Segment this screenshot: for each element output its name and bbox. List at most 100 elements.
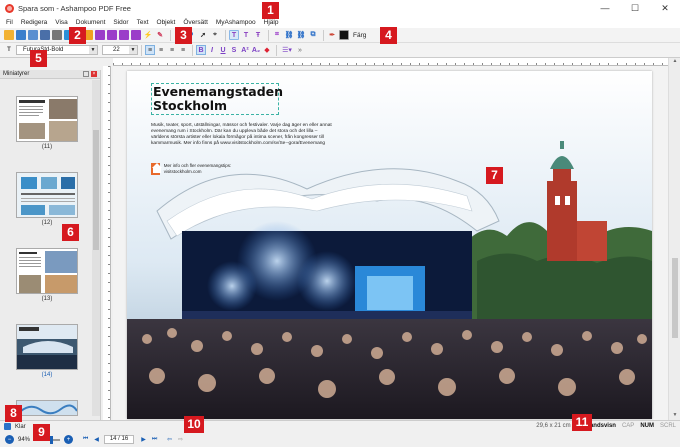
- rotate-page-icon[interactable]: [119, 30, 129, 40]
- pen-color-icon[interactable]: ✒: [327, 30, 337, 40]
- caps-lock-indicator: CAP: [621, 423, 635, 429]
- menu-myashampoo[interactable]: MyAshampoo: [216, 19, 256, 26]
- menu-pages[interactable]: Sidor: [113, 19, 128, 26]
- page-body-text[interactable]: Musik, teater, sport, utställningar, mäs…: [151, 123, 336, 147]
- align-left-icon[interactable]: ≡: [145, 45, 155, 55]
- thumbnail-graphic: [19, 251, 77, 293]
- callout-badge-1: 1: [262, 2, 279, 19]
- home-icon: [151, 163, 162, 175]
- callout-badge-7: 7: [486, 167, 503, 184]
- magic-wand-icon[interactable]: ⚡: [143, 30, 153, 40]
- last-page-icon[interactable]: ⏭: [150, 435, 159, 444]
- main-toolbar: ⚡ ✎ ✋ ⚲ ➚ ⌖ T T Ŧ ⌗ ⛓ ⛓ ⧉ ✒ Färg: [0, 28, 680, 43]
- zoom-level[interactable]: 94%: [18, 437, 30, 443]
- email-icon[interactable]: [52, 30, 62, 40]
- window-controls: — ☐ ✕: [590, 0, 680, 16]
- text-flow-icon[interactable]: Ŧ: [253, 30, 263, 40]
- color-swatch-icon[interactable]: [339, 30, 349, 40]
- horizontal-ruler: [113, 58, 668, 66]
- toolbar-divider: [170, 29, 171, 41]
- page-size: 29,6 x 21 cm: [536, 423, 571, 429]
- thumbnail-label: (13): [41, 296, 53, 302]
- text-tool-icon[interactable]: T: [229, 30, 239, 40]
- menu-translate[interactable]: Översätt: [183, 19, 208, 26]
- thumbnail-page-13[interactable]: (13): [16, 248, 78, 302]
- align-center-icon[interactable]: ≡: [156, 45, 166, 55]
- thumbnail-scrollbar-thumb[interactable]: [93, 130, 99, 250]
- underline-icon[interactable]: U: [218, 45, 228, 55]
- chevron-down-icon: ▼: [89, 46, 97, 54]
- color-label[interactable]: Färg: [353, 32, 366, 39]
- callout-badge-2: 2: [69, 27, 86, 44]
- more-options-icon[interactable]: »: [295, 45, 305, 55]
- maximize-button[interactable]: ☐: [620, 0, 650, 16]
- italic-icon[interactable]: I: [207, 45, 217, 55]
- scroll-up-icon[interactable]: ▲: [669, 58, 680, 66]
- font-family-select[interactable]: FuturaStd-Bold ▼: [16, 45, 98, 55]
- info-link[interactable]: Mer info och fler evenemangstips: visits…: [151, 163, 241, 175]
- menu-file[interactable]: Fil: [6, 19, 13, 26]
- previous-page-icon[interactable]: ◀: [92, 435, 101, 444]
- menu-document[interactable]: Dokument: [76, 19, 106, 26]
- transform-icon[interactable]: ⧉: [308, 30, 318, 40]
- align-justify-icon[interactable]: ≡: [178, 45, 188, 55]
- thumbnail-image: [16, 400, 78, 416]
- superscript-icon[interactable]: A²: [240, 45, 250, 55]
- extract-page-icon[interactable]: [131, 30, 141, 40]
- open-folder-icon[interactable]: [4, 30, 14, 40]
- thumbnail-panel-title: Miniatyrer: [3, 71, 30, 77]
- thumbnail-image: [16, 96, 78, 142]
- menu-text[interactable]: Text: [137, 19, 149, 26]
- thumbnail-graphic: [19, 99, 77, 141]
- menu-edit[interactable]: Redigera: [21, 19, 47, 26]
- measure-icon[interactable]: ⌖: [210, 30, 220, 40]
- thumbnail-image: [16, 248, 78, 294]
- strikethrough-icon[interactable]: S: [229, 45, 239, 55]
- thumbnail-page-12[interactable]: (12): [16, 172, 78, 226]
- thumbnail-page-11[interactable]: (11): [16, 96, 78, 150]
- align-right-icon[interactable]: ≡: [167, 45, 177, 55]
- subscript-icon[interactable]: A₂: [251, 45, 261, 55]
- font-size-value: 22: [113, 47, 120, 53]
- bold-icon[interactable]: B: [196, 45, 206, 55]
- save-as-icon[interactable]: [28, 30, 38, 40]
- crop-icon[interactable]: ⌗: [272, 30, 282, 40]
- document-scrollbar[interactable]: ▲ ▼: [668, 58, 680, 420]
- back-icon[interactable]: ⇦: [165, 435, 174, 444]
- unlink-icon[interactable]: ⛓: [296, 30, 306, 40]
- menu-help[interactable]: Hjälp: [264, 19, 279, 26]
- document-scrollbar-thumb[interactable]: [672, 258, 678, 338]
- status-text: Klar: [15, 423, 26, 430]
- delete-page-icon[interactable]: [107, 30, 117, 40]
- link-icon[interactable]: ⛓: [284, 30, 294, 40]
- next-page-icon[interactable]: ▶: [139, 435, 148, 444]
- eraser-icon[interactable]: ◆: [262, 45, 272, 55]
- panel-pin-icon[interactable]: [83, 71, 89, 77]
- status-indicators: 29,6 x 21 cm Förhandsvisn CAP NUM SCRL: [530, 423, 676, 429]
- first-page-icon[interactable]: ⏮: [81, 435, 90, 444]
- thumbnail-list: (11) (12) (13) (14): [0, 80, 92, 416]
- close-button[interactable]: ✕: [650, 0, 680, 16]
- page-headline[interactable]: Evenemangstaden Stockholm: [151, 83, 283, 115]
- forward-icon[interactable]: ⇨: [176, 435, 185, 444]
- vertical-ruler: [103, 66, 111, 420]
- thumbnail-page-15[interactable]: [16, 400, 78, 416]
- zoom-out-icon[interactable]: −: [5, 435, 14, 444]
- font-size-select[interactable]: 22 ▼: [102, 45, 138, 55]
- line-spacing-icon[interactable]: ☰▾: [280, 45, 294, 55]
- panel-close-icon[interactable]: ×: [91, 71, 97, 77]
- thumbnail-scrollbar[interactable]: [92, 80, 100, 416]
- menu-object[interactable]: Objekt: [157, 19, 176, 26]
- menu-view[interactable]: Visa: [55, 19, 68, 26]
- pin-icon[interactable]: ✎: [155, 30, 165, 40]
- insert-page-icon[interactable]: [95, 30, 105, 40]
- save-icon[interactable]: [16, 30, 26, 40]
- minimize-button[interactable]: —: [590, 0, 620, 16]
- text-add-icon[interactable]: T: [241, 30, 251, 40]
- zoom-in-icon[interactable]: +: [64, 435, 74, 444]
- select-arrow-icon[interactable]: ➚: [198, 30, 208, 40]
- page-number-field[interactable]: 14 / 16: [104, 435, 135, 444]
- thumbnail-page-14[interactable]: (14): [16, 324, 78, 378]
- scroll-down-icon[interactable]: ▼: [669, 412, 680, 420]
- print-icon[interactable]: [40, 30, 50, 40]
